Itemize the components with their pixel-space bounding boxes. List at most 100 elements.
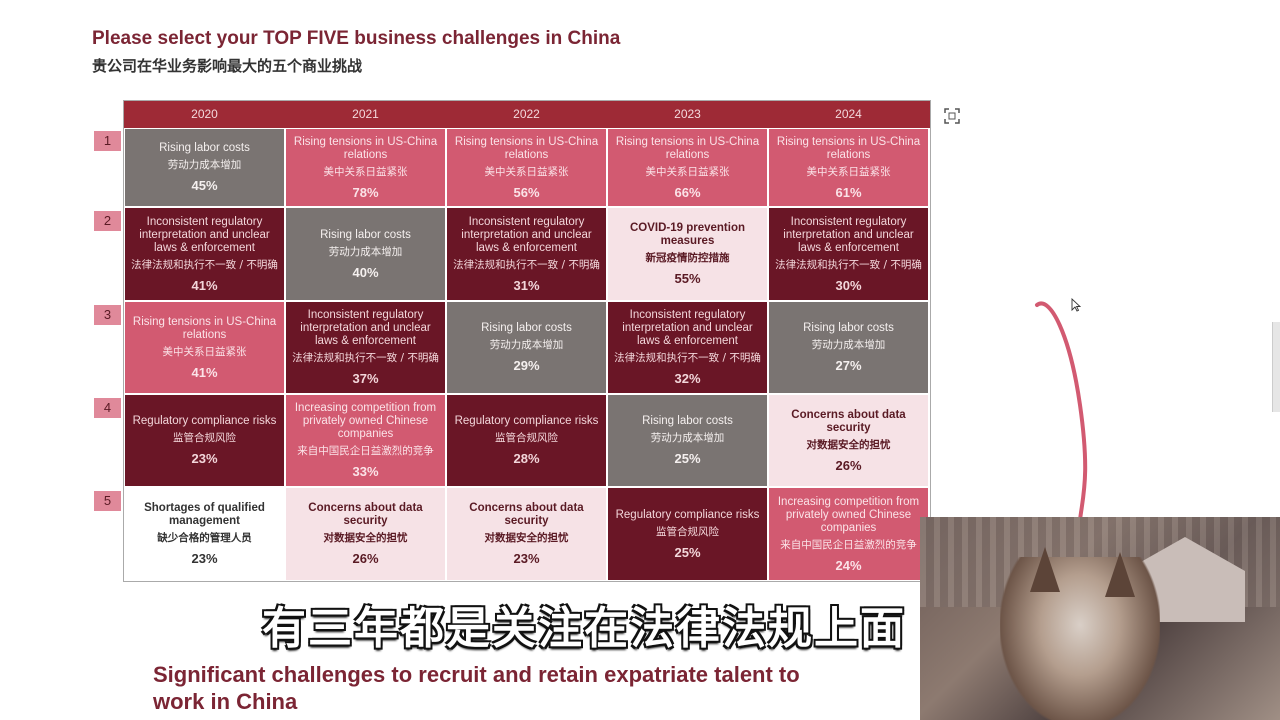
year-header: 2023 <box>674 107 701 121</box>
challenge-cell: Inconsistent regulatory interpretation a… <box>768 207 929 301</box>
challenge-label-cn: 法律法规和执行不一致 / 不明确 <box>453 258 600 271</box>
challenge-percentage: 56% <box>513 184 540 200</box>
challenge-label-en: Rising tensions in US-China relations <box>454 135 599 161</box>
challenge-cell: Shortages of qualified management 缺少合格的管理… <box>124 487 285 581</box>
challenge-percentage: 26% <box>352 551 379 566</box>
video-subtitle: 有三年都是关注在法律法规上面 <box>262 603 906 654</box>
expand-icon[interactable] <box>944 108 960 124</box>
challenge-label-en: Increasing competition from privately ow… <box>294 402 437 440</box>
challenge-cell: Rising tensions in US-China relations 美中关… <box>768 128 929 207</box>
challenge-cell: Increasing competition from privately ow… <box>285 394 446 487</box>
challenge-cell: Rising tensions in US-China relations 美中关… <box>446 128 607 207</box>
challenge-label-cn: 美中关系日益紧张 <box>162 345 247 358</box>
challenge-percentage: 23% <box>191 451 218 466</box>
challenge-label-cn: 对数据安全的担忧 <box>323 532 408 544</box>
challenge-percentage: 41% <box>191 277 218 293</box>
challenge-cell: Inconsistent regulatory interpretation a… <box>285 301 446 394</box>
challenge-cell: Rising tensions in US-China relations 美中关… <box>607 128 768 207</box>
challenge-label-cn: 劳动力成本增加 <box>167 159 242 171</box>
challenge-label-en: Inconsistent regulatory interpretation a… <box>783 215 914 254</box>
challenge-label-en: COVID-19 prevention measures <box>629 222 746 247</box>
year-header: 2024 <box>835 107 862 121</box>
challenge-label-cn: 监管合规风险 <box>495 432 558 444</box>
challenge-cell: Concerns about data security 对数据安全的担忧 26% <box>285 487 446 581</box>
challenge-percentage: 24% <box>835 557 862 573</box>
challenge-label-cn: 监管合规风险 <box>656 525 719 538</box>
challenge-label-en: Rising labor costs <box>159 142 250 154</box>
year-header: 2022 <box>513 107 540 121</box>
challenge-percentage: 32% <box>674 371 701 386</box>
challenge-label-en: Rising tensions in US-China relations <box>615 135 760 161</box>
challenge-cell: Inconsistent regulatory interpretation a… <box>446 207 607 301</box>
challenge-label-cn: 来自中国民企日益激烈的竞争 <box>297 445 434 457</box>
challenge-percentage: 25% <box>674 544 701 560</box>
challenge-label-en: Regulatory compliance risks <box>454 415 599 427</box>
challenge-label-en: Regulatory compliance risks <box>132 415 277 427</box>
challenge-cell: Rising labor costs 劳动力成本增加 29% <box>446 301 607 394</box>
challenge-label-cn: 对数据安全的担忧 <box>484 532 569 544</box>
challenge-cell: Increasing competition from privately ow… <box>768 487 929 581</box>
decorative-curve <box>1035 301 1088 522</box>
challenge-cell: COVID-19 prevention measures 新冠疫情防控措施 55% <box>607 207 768 301</box>
challenge-cell: Regulatory compliance risks 监管合规风险 28% <box>446 394 607 487</box>
challenge-cell: Concerns about data security 对数据安全的担忧 26% <box>768 394 929 487</box>
side-scroll-tab[interactable] <box>1272 322 1280 412</box>
challenge-percentage: 66% <box>674 184 701 200</box>
challenge-label-cn: 法律法规和执行不一致 / 不明确 <box>131 258 278 271</box>
challenge-cell: Inconsistent regulatory interpretation a… <box>124 207 285 301</box>
challenge-percentage: 78% <box>352 184 379 200</box>
challenge-cell: Rising labor costs 劳动力成本增加 45% <box>124 128 285 207</box>
challenge-label-cn: 对数据安全的担忧 <box>806 438 891 451</box>
challenge-label-en: Inconsistent regulatory interpretation a… <box>139 215 270 254</box>
challenge-percentage: 61% <box>835 184 862 200</box>
challenge-label-en: Rising labor costs <box>481 322 572 334</box>
challenge-percentage: 41% <box>191 364 218 380</box>
rank-badge: 3 <box>94 305 121 325</box>
challenge-cell: Rising labor costs 劳动力成本增加 27% <box>768 301 929 394</box>
rank-badge: 4 <box>94 398 121 418</box>
challenge-label-en: Increasing competition from privately ow… <box>777 495 920 534</box>
challenge-label-cn: 劳动力成本增加 <box>328 245 403 258</box>
rank-badge: 2 <box>94 211 121 231</box>
challenge-percentage: 27% <box>835 358 862 373</box>
webcam-overlay <box>920 517 1280 720</box>
challenge-label-cn: 法律法规和执行不一致 / 不明确 <box>614 352 761 364</box>
challenge-label-cn: 缺少合格的管理人员 <box>157 532 252 544</box>
challenge-percentage: 25% <box>674 451 701 466</box>
challenge-percentage: 37% <box>352 371 379 386</box>
challenge-percentage: 23% <box>191 551 218 566</box>
next-section-title: Significant challenges to recruit and re… <box>153 662 800 714</box>
challenge-percentage: 40% <box>352 264 379 280</box>
challenge-cell: Inconsistent regulatory interpretation a… <box>607 301 768 394</box>
challenge-label-en: Rising tensions in US-China relations <box>293 135 438 161</box>
year-header: 2020 <box>191 107 218 121</box>
challenge-percentage: 29% <box>513 358 540 373</box>
challenge-label-en: Inconsistent regulatory interpretation a… <box>461 215 592 254</box>
challenge-cell: Regulatory compliance risks 监管合规风险 23% <box>124 394 285 487</box>
year-header-row: 2020 2021 2022 2023 2024 <box>124 101 930 128</box>
challenge-label-en: Rising labor costs <box>642 415 733 427</box>
slide-title: Please select your TOP FIVE business cha… <box>92 28 621 49</box>
challenge-label-cn: 监管合规风险 <box>173 432 236 444</box>
year-header: 2021 <box>352 107 379 121</box>
challenge-label-cn: 美中关系日益紧张 <box>323 165 408 178</box>
challenge-label-en: Rising labor costs <box>320 228 411 241</box>
challenge-label-cn: 来自中国民企日益激烈的竞争 <box>780 538 917 551</box>
challenge-label-cn: 法律法规和执行不一致 / 不明确 <box>292 352 439 364</box>
challenge-label-cn: 美中关系日益紧张 <box>645 165 730 178</box>
slide-title-chinese: 贵公司在华业务影响最大的五个商业挑战 <box>92 57 363 75</box>
challenge-cell: Concerns about data security 对数据安全的担忧 23% <box>446 487 607 581</box>
challenge-cell: Rising tensions in US-China relations 美中关… <box>285 128 446 207</box>
challenge-label-en: Inconsistent regulatory interpretation a… <box>622 309 753 347</box>
challenge-label-en: Concerns about data security <box>791 408 906 434</box>
challenge-percentage: 45% <box>191 178 218 193</box>
challenge-percentage: 30% <box>835 277 862 293</box>
challenge-label-en: Rising tensions in US-China relations <box>132 315 277 341</box>
challenge-label-en: Concerns about data security <box>308 502 423 527</box>
challenge-percentage: 28% <box>513 451 540 466</box>
challenge-label-cn: 美中关系日益紧张 <box>806 165 891 178</box>
challenge-label-en: Concerns about data security <box>469 502 584 527</box>
dog-image <box>1000 557 1160 720</box>
challenge-percentage: 55% <box>674 271 701 286</box>
challenge-label-cn: 法律法规和执行不一致 / 不明确 <box>775 258 922 271</box>
